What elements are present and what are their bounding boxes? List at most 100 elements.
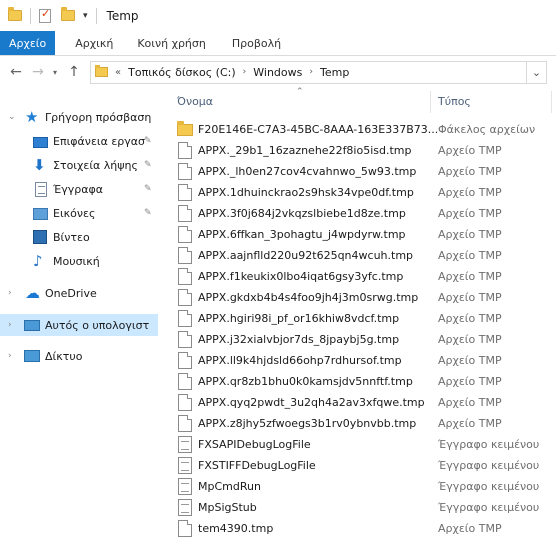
sidebar-item-label: Δίκτυο <box>45 349 83 363</box>
quick-access-star-icon: ★ <box>25 108 39 126</box>
breadcrumb-temp[interactable]: Temp <box>320 66 349 79</box>
sidebar-item-documents[interactable]: Έγγραφα ✎ <box>0 178 158 200</box>
file-type: Έγγραφο κειμένου <box>438 438 540 451</box>
column-header-type[interactable]: Τύπος <box>438 95 471 108</box>
file-name: APPX.6ffkan_3pohagtu_j4wpdyrw.tmp <box>198 228 406 241</box>
file-list-item[interactable]: F20E146E-C7A3-45BC-8AAA-163E337B73... Φάκ… <box>168 119 556 140</box>
tmp-file-icon <box>178 163 192 180</box>
sidebar-item-label: OneDrive <box>45 286 97 300</box>
column-divider[interactable] <box>551 91 552 113</box>
new-folder-icon[interactable] <box>61 7 75 21</box>
chevron-right-icon[interactable]: › <box>8 351 12 361</box>
tmp-file-icon <box>178 331 192 348</box>
pin-icon[interactable]: ✎ <box>144 208 152 218</box>
file-name: APPX.hgiri98i_pf_or16khiw8vdcf.tmp <box>198 312 400 325</box>
file-list-item[interactable]: APPX.z8jhy5zfwoegs3b1rv0ybnvbb.tmp Αρχείο… <box>168 413 556 434</box>
chevron-right-icon[interactable]: › <box>8 288 12 298</box>
file-type: Έγγραφο κειμένου <box>438 480 540 493</box>
file-list-item[interactable]: APPX.gkdxb4b4s4foo9jh4j3m0srwg.tmp Αρχείο… <box>168 287 556 308</box>
toolbar-divider <box>30 7 31 24</box>
file-list-item[interactable]: APPX.qyq2pwdt_3u2qh4a2av3xfqwe.tmp Αρχείο… <box>168 392 556 413</box>
tmp-file-icon <box>178 289 192 306</box>
file-list-item[interactable]: APPX._29b1_16zaznehe22f8io5isd.tmp Αρχείο… <box>168 140 556 161</box>
breadcrumb-chevron-icon[interactable]: › <box>309 67 313 77</box>
tmp-file-icon <box>178 184 192 201</box>
breadcrumb-windows[interactable]: Windows <box>253 66 302 79</box>
file-list-item[interactable]: APPX.j32xialvbjor7ds_8jpaybj5g.tmp Αρχείο… <box>168 329 556 350</box>
file-list-item[interactable]: APPX.ll9k4hjdsld66ohp7rdhursof.tmp Αρχείο… <box>168 350 556 371</box>
file-name: tem4390.tmp <box>198 522 274 535</box>
up-arrow-icon[interactable]: ↑ <box>63 61 85 83</box>
file-name: MpSigStub <box>198 501 257 514</box>
tmp-file-icon <box>178 415 192 432</box>
breadcrumb-chevron-icon[interactable]: › <box>243 67 247 77</box>
pin-icon[interactable]: ✎ <box>144 160 152 170</box>
file-list-item[interactable]: FXSAPIDebugLogFile Έγγραφο κειμένου <box>168 434 556 455</box>
sidebar-item-quick-access[interactable]: ⌄ ★ Γρήγορη πρόσβαση <box>0 106 158 128</box>
properties-icon[interactable] <box>39 7 51 23</box>
tab-home[interactable]: Αρχική <box>65 31 123 55</box>
sidebar-item-this-pc[interactable]: › Αυτός ο υπολογιστ <box>0 314 158 336</box>
text-document-icon <box>178 499 192 516</box>
customize-toolbar-dropdown-icon[interactable]: ▾ <box>83 11 88 21</box>
folder-icon <box>95 65 108 77</box>
sidebar-item-music[interactable]: ♪ Μουσική <box>0 250 158 272</box>
tmp-file-icon <box>178 226 192 243</box>
tab-file[interactable]: Αρχείο <box>0 31 56 55</box>
chevron-down-icon[interactable]: ⌄ <box>8 112 16 122</box>
file-type: Αρχείο TMP <box>438 270 502 283</box>
file-list-item[interactable]: tem4390.tmp Αρχείο TMP <box>168 518 556 539</box>
back-arrow-icon[interactable]: ← <box>5 61 27 83</box>
file-list-item[interactable]: APPX.aajnflld220u92t625qn4wcuh.tmp Αρχείο… <box>168 245 556 266</box>
file-name: FXSTIFFDebugLogFile <box>198 459 316 472</box>
file-list-item[interactable]: APPX.6ffkan_3pohagtu_j4wpdyrw.tmp Αρχείο … <box>168 224 556 245</box>
recent-locations-dropdown-icon[interactable]: ▾ <box>49 61 61 83</box>
file-list-item[interactable]: APPX.hgiri98i_pf_or16khiw8vdcf.tmp Αρχείο… <box>168 308 556 329</box>
sidebar-item-onedrive[interactable]: › ☁ OneDrive <box>0 282 158 304</box>
file-list-item[interactable]: APPX.3f0j684j2vkqzslbiebe1d8ze.tmp Αρχείο… <box>168 203 556 224</box>
overflow-chevron-icon[interactable]: « <box>115 67 121 78</box>
file-name: APPX._29b1_16zaznehe22f8io5isd.tmp <box>198 144 412 157</box>
pin-icon[interactable]: ✎ <box>144 184 152 194</box>
pictures-icon <box>33 208 48 220</box>
text-document-icon <box>178 457 192 474</box>
breadcrumb-local-disk[interactable]: Τοπικός δίσκος (C:) <box>128 66 236 79</box>
tab-share[interactable]: Κοινή χρήση <box>127 31 216 55</box>
chevron-right-icon[interactable]: › <box>8 320 12 330</box>
file-type: Αρχείο TMP <box>438 207 502 220</box>
file-type: Αρχείο TMP <box>438 375 502 388</box>
sidebar-item-desktop[interactable]: Επιφάνεια εργασ ✎ <box>0 130 158 152</box>
file-type: Αρχείο TMP <box>438 333 502 346</box>
title-bar: ▾ Temp <box>0 0 556 31</box>
address-bar[interactable]: « Τοπικός δίσκος (C:) › Windows › Temp <box>90 60 527 84</box>
file-list-item[interactable]: FXSTIFFDebugLogFile Έγγραφο κειμένου <box>168 455 556 476</box>
file-list-item[interactable]: APPX.f1keukix0lbo4iqat6gsy3yfc.tmp Αρχείο… <box>168 266 556 287</box>
sidebar-item-network[interactable]: › Δίκτυο <box>0 345 158 367</box>
tmp-file-icon <box>178 520 192 537</box>
file-list-item[interactable]: MpCmdRun Έγγραφο κειμένου <box>168 476 556 497</box>
text-document-icon <box>178 478 192 495</box>
file-list-item[interactable]: APPX._lh0en27cov4cvahnwo_5w93.tmp Αρχείο … <box>168 161 556 182</box>
sidebar-item-downloads[interactable]: ⬇ Στοιχεία λήψης ✎ <box>0 154 158 176</box>
navigation-pane: ⌄ ★ Γρήγορη πρόσβαση Επιφάνεια εργασ ✎ ⬇… <box>0 100 158 540</box>
file-list-item[interactable]: APPX.qr8zb1bhu0k0kamsjdv5nnftf.tmp Αρχείο… <box>168 371 556 392</box>
column-divider[interactable] <box>430 91 431 113</box>
sidebar-item-videos[interactable]: Βίντεο <box>0 226 158 248</box>
desktop-icon <box>33 136 48 148</box>
address-dropdown-icon[interactable]: ⌄ <box>527 60 547 84</box>
tmp-file-icon <box>178 247 192 264</box>
column-header-name[interactable]: Όνομα <box>177 95 213 108</box>
pin-icon[interactable]: ✎ <box>144 136 152 146</box>
sidebar-item-label: Επιφάνεια εργασ <box>53 134 146 148</box>
sidebar-item-pictures[interactable]: Εικόνες ✎ <box>0 202 158 224</box>
tmp-file-icon <box>178 394 192 411</box>
forward-arrow-icon[interactable]: → <box>27 61 49 83</box>
sidebar-item-label: Στοιχεία λήψης <box>53 158 138 172</box>
file-name: APPX.j32xialvbjor7ds_8jpaybj5g.tmp <box>198 333 400 346</box>
file-list-item[interactable]: MpSigStub Έγγραφο κειμένου <box>168 497 556 518</box>
file-name: APPX.f1keukix0lbo4iqat6gsy3yfc.tmp <box>198 270 404 283</box>
folder-icon[interactable] <box>8 7 22 21</box>
file-name: APPX.3f0j684j2vkqzslbiebe1d8ze.tmp <box>198 207 406 220</box>
file-list-item[interactable]: APPX.1dhuinckrao2s9hsk34vpe0df.tmp Αρχείο… <box>168 182 556 203</box>
tab-view[interactable]: Προβολή <box>222 31 291 55</box>
